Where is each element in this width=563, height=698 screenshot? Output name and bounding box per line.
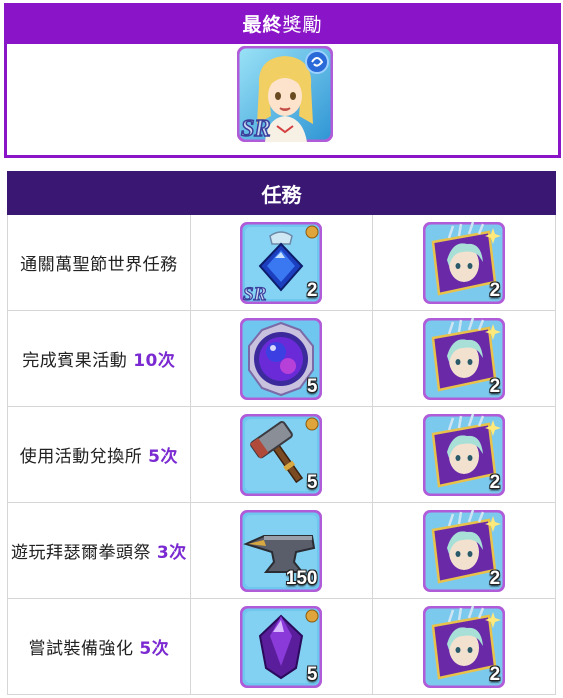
reward-quantity: 5	[306, 471, 318, 493]
mission-reward-cell: 2	[372, 214, 556, 311]
mission-reward-cell: SR 2	[189, 214, 374, 311]
character-portrait-ticket-icon[interactable]: 2	[423, 413, 506, 496]
mission-task-count: 5次	[148, 447, 178, 467]
reward-quantity: 2	[306, 279, 318, 301]
final-reward-title: 最終	[242, 14, 283, 36]
mission-task-count: 3次	[156, 543, 187, 563]
mission-task-text: 嘗試裝備強化	[28, 639, 140, 659]
mission-reward-cell: 2	[372, 406, 556, 503]
mission-reward-cell: 2	[372, 310, 556, 407]
final-reward-header: 最終獎勵	[7, 6, 558, 44]
mission-task: 嘗試裝備強化 5次	[7, 598, 191, 695]
mission-task-count: 10次	[133, 351, 176, 371]
final-reward-title-suffix: 獎勵	[282, 14, 323, 36]
final-reward-body: SR	[7, 44, 558, 155]
reward-quantity: 150	[285, 567, 318, 589]
reward-quantity: 2	[489, 471, 501, 493]
reward-quantity: 5	[306, 375, 318, 397]
anvil-icon[interactable]: 150	[240, 509, 323, 592]
sr-blue-gem-amulet-icon[interactable]: SR 2	[240, 221, 323, 304]
final-reward-panel: 最終獎勵 SR	[4, 3, 561, 158]
mission-row: 使用活動兌換所 5次 5 2	[7, 406, 556, 503]
mission-task-count: 5次	[139, 639, 170, 659]
mission-header: 任務	[7, 171, 556, 215]
mission-task-text: 遊玩拜瑟爾拳頭祭	[10, 543, 157, 563]
reward-quantity: 2	[489, 279, 501, 301]
reward-quantity: 2	[489, 375, 501, 397]
reward-quantity: 2	[489, 567, 501, 589]
mission-task-text: 使用活動兌換所	[19, 447, 149, 467]
character-portrait-ticket-icon[interactable]: 2	[423, 221, 506, 304]
mission-task-text: 通關萬聖節世界任務	[20, 255, 178, 275]
mission-row: 完成賓果活動 10次 5 2	[7, 310, 556, 407]
mission-reward-cell: 5	[189, 598, 374, 695]
mission-reward-cell: 150	[189, 502, 374, 599]
reward-quantity: 5	[306, 663, 318, 685]
mission-reward-cell: 2	[372, 502, 556, 599]
mission-reward-cell: 5	[189, 310, 374, 407]
forge-hammer-icon[interactable]: 5	[240, 413, 323, 496]
mission-row: 遊玩拜瑟爾拳頭祭 3次 150 2	[7, 502, 556, 599]
mission-task: 通關萬聖節世界任務	[7, 214, 191, 311]
mission-row: 嘗試裝備強化 5次 5 2	[7, 598, 556, 695]
sr-character-card-icon[interactable]: SR	[237, 46, 333, 142]
mission-task: 使用活動兌換所 5次	[7, 406, 191, 503]
mission-reward-cell: 2	[372, 598, 556, 695]
reward-quantity: 2	[489, 663, 501, 685]
mission-table: 任務 通關萬聖節世界任務 SR 2 2 完成賓果活動 10次 5 2 使用活動兌…	[7, 171, 556, 695]
mission-row: 通關萬聖節世界任務 SR 2 2	[7, 214, 556, 311]
character-portrait-ticket-icon[interactable]: 2	[423, 317, 506, 400]
mission-reward-cell: 5	[189, 406, 374, 503]
purple-crystal-icon[interactable]: 5	[240, 605, 323, 688]
character-portrait-ticket-icon[interactable]: 2	[423, 605, 506, 688]
character-portrait-ticket-icon[interactable]: 2	[423, 509, 506, 592]
mission-table-header-row: 任務	[7, 171, 556, 215]
mission-task: 遊玩拜瑟爾拳頭祭 3次	[7, 502, 191, 599]
mission-task-text: 完成賓果活動	[22, 351, 134, 371]
svg-text:SR: SR	[241, 116, 270, 142]
mission-task: 完成賓果活動 10次	[7, 310, 191, 407]
svg-text:SR: SR	[243, 284, 266, 304]
purple-orb-icon[interactable]: 5	[240, 317, 323, 400]
